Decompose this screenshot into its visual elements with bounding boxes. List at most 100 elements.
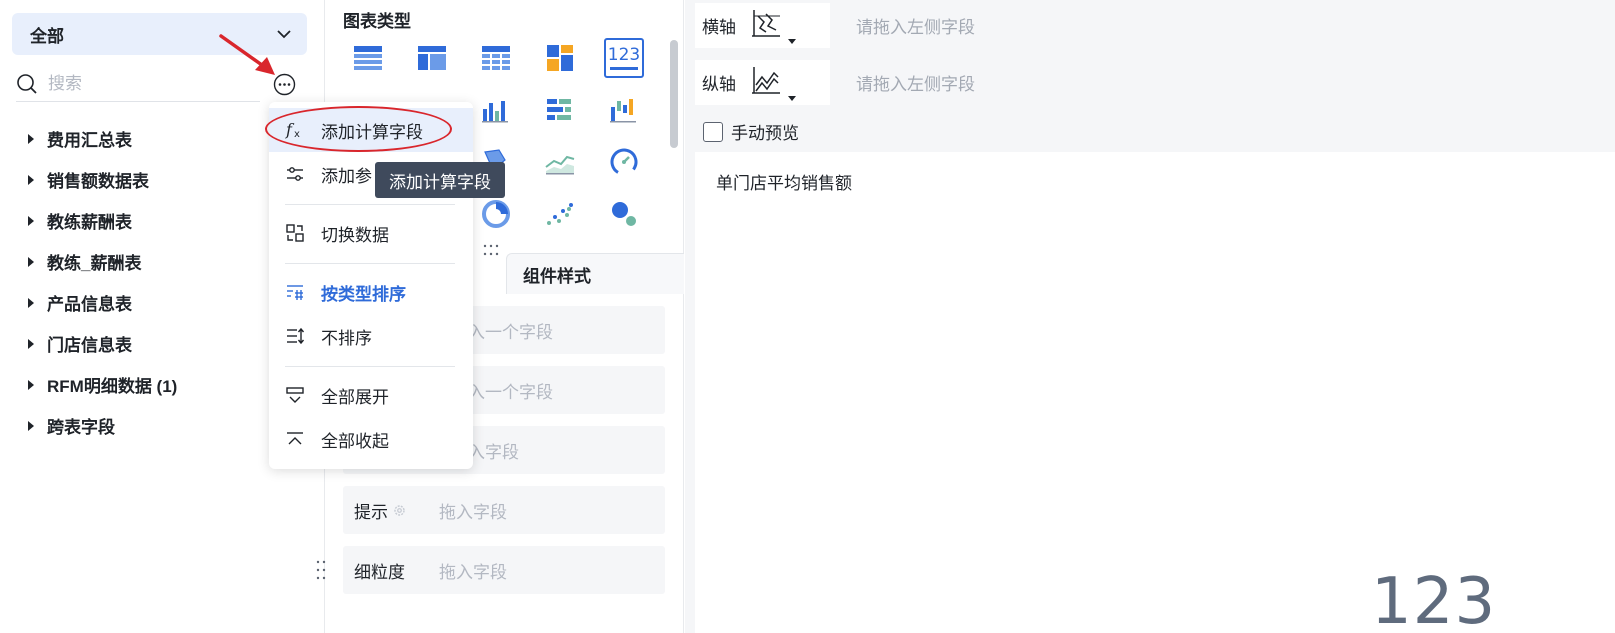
tab-component-style[interactable]: 组件样式: [506, 253, 684, 294]
tooltip-field-dropzone[interactable]: 提示 拖入字段: [343, 486, 665, 534]
y-axis-chart-icon[interactable]: [750, 65, 796, 101]
kpi-number-value: 123: [1371, 565, 1497, 633]
manual-preview-checkbox[interactable]: [703, 121, 723, 142]
menu-no-sort[interactable]: 不排序: [269, 314, 473, 358]
menu-item-label: 按类型排序: [321, 284, 406, 304]
search-box[interactable]: [16, 66, 260, 102]
menu-item-label: 切换数据: [321, 225, 389, 245]
table-item-cross-table[interactable]: 跨表字段: [24, 405, 264, 446]
table-item-label: 教练薪酬表: [47, 213, 132, 232]
waterfall-chart-icon[interactable]: [604, 90, 644, 130]
menu-switch-data[interactable]: 切换数据: [269, 211, 473, 255]
collapse-all-icon: [285, 429, 305, 449]
table-item-product-info[interactable]: 产品信息表: [24, 282, 264, 323]
chart-type-scrollbar[interactable]: [670, 40, 678, 148]
bar-chart-icon[interactable]: [540, 90, 580, 130]
no-sort-icon: [285, 326, 305, 346]
manual-preview-label: 手动预览: [731, 124, 799, 143]
menu-item-label: 全部收起: [321, 431, 389, 451]
dropzone-placeholder: 拖入字段: [439, 562, 507, 582]
scope-dropdown-value: 全部: [30, 26, 64, 46]
caret-down-icon: [788, 38, 796, 44]
svg-text:123: 123: [608, 45, 640, 65]
granularity-field-dropzone[interactable]: 细粒度 拖入字段: [343, 546, 665, 594]
svg-text:x: x: [294, 129, 300, 140]
x-axis-label-box: 横轴: [695, 3, 830, 48]
gear-icon[interactable]: [392, 503, 407, 518]
table-item-label: 产品信息表: [47, 295, 132, 314]
caret-right-icon: [28, 133, 34, 144]
detail-table-chart-icon[interactable]: [348, 38, 388, 78]
y-axis-placeholder: 请拖入左侧字段: [856, 75, 975, 94]
table-item-label: 门店信息表: [47, 336, 132, 355]
drag-handle-icon[interactable]: [481, 242, 501, 262]
tab-label: 组件样式: [523, 266, 591, 286]
caret-right-icon: [28, 174, 34, 185]
rose-pie-chart-icon[interactable]: [476, 194, 516, 234]
x-axis-dropzone[interactable]: 请拖入左侧字段: [834, 3, 1615, 48]
y-axis-dropzone[interactable]: 请拖入左侧字段: [834, 60, 1615, 105]
group-table-chart-icon[interactable]: [412, 38, 452, 78]
canvas-title: 单门店平均销售额: [716, 174, 852, 193]
table-item-label: 跨表字段: [47, 418, 115, 437]
table-item-sales[interactable]: 销售额数据表: [24, 159, 264, 200]
area-chart-icon[interactable]: [540, 142, 580, 182]
tooltip-field-label: 提示: [343, 498, 439, 523]
canvas-area: 横轴 请拖入左侧字段 纵轴 请拖入左侧字段 手动预览 单门店平均销售额 123: [685, 0, 1615, 633]
caret-right-icon: [28, 420, 34, 431]
scatter-chart-icon[interactable]: [540, 194, 580, 234]
menu-item-label: 全部展开: [321, 387, 389, 407]
table-item-label: 教练_薪酬表: [47, 254, 142, 273]
menu-collapse-all[interactable]: 全部收起: [269, 417, 473, 461]
dropzone-placeholder: 拖入字段: [439, 502, 507, 522]
menu-item-label: 添加计算字段: [321, 122, 423, 142]
x-axis-row: 横轴 请拖入左侧字段: [695, 3, 1615, 48]
table-item-label: 销售额数据表: [47, 172, 149, 191]
caret-right-icon: [28, 338, 34, 349]
chart-canvas: 单门店平均销售额 123: [695, 152, 1615, 633]
y-axis-label: 纵轴: [702, 75, 736, 94]
vertical-drag-handle-icon[interactable]: [314, 558, 328, 582]
gauge-chart-icon[interactable]: [604, 142, 644, 182]
menu-item-label: 不排序: [321, 328, 372, 348]
bubble-chart-icon[interactable]: [604, 194, 644, 234]
table-item-rfm[interactable]: RFM明细数据 (1): [24, 364, 264, 405]
menu-sort-by-type[interactable]: 按类型排序: [269, 270, 473, 314]
caret-right-icon: [28, 256, 34, 267]
caret-right-icon: [28, 215, 34, 226]
x-axis-label: 横轴: [702, 18, 736, 37]
menu-item-label: 添加参: [321, 166, 372, 186]
table-item-expense-summary[interactable]: 费用汇总表: [24, 118, 264, 159]
manual-preview-toggle[interactable]: 手动预览: [703, 119, 799, 144]
chart-type-title: 图表类型: [343, 12, 411, 31]
table-item-label: RFM明细数据 (1): [47, 377, 178, 396]
tooltip: 添加计算字段: [375, 162, 505, 198]
menu-divider: [285, 263, 455, 264]
switch-data-icon: [285, 223, 305, 243]
search-input[interactable]: [48, 73, 248, 94]
chevron-down-icon: [277, 30, 291, 39]
x-axis-placeholder: 请拖入左侧字段: [856, 18, 975, 37]
sort-by-type-icon: [285, 282, 305, 302]
cross-table-chart-icon[interactable]: [476, 38, 516, 78]
menu-divider: [285, 204, 455, 205]
scope-dropdown[interactable]: 全部: [12, 13, 307, 55]
table-item-coach-pay[interactable]: 教练薪酬表: [24, 200, 264, 241]
table-item-coach-pay-2[interactable]: 教练_薪酬表: [24, 241, 264, 282]
kpi-number-chart-icon[interactable]: 123: [604, 38, 644, 78]
x-axis-chart-icon[interactable]: [750, 8, 796, 44]
expand-all-icon: [285, 385, 305, 405]
table-item-store-info[interactable]: 门店信息表: [24, 323, 264, 364]
caret-right-icon: [28, 379, 34, 390]
fx-icon: fx: [285, 120, 305, 140]
y-axis-label-box: 纵轴: [695, 60, 830, 105]
more-options-menu: fx 添加计算字段 添加参 切换数据 按类型排序 不排序 全部展开 全部收起: [269, 102, 473, 469]
parameter-sliders-icon: [285, 164, 305, 184]
caret-down-icon: [788, 95, 796, 101]
column-chart-icon[interactable]: [476, 90, 516, 130]
menu-expand-all[interactable]: 全部展开: [269, 373, 473, 417]
granularity-field-label: 细粒度: [354, 562, 405, 582]
dashboard-blocks-chart-icon[interactable]: [540, 38, 580, 78]
more-options-icon[interactable]: [273, 73, 296, 96]
menu-add-calculated-field[interactable]: fx 添加计算字段: [269, 108, 473, 152]
